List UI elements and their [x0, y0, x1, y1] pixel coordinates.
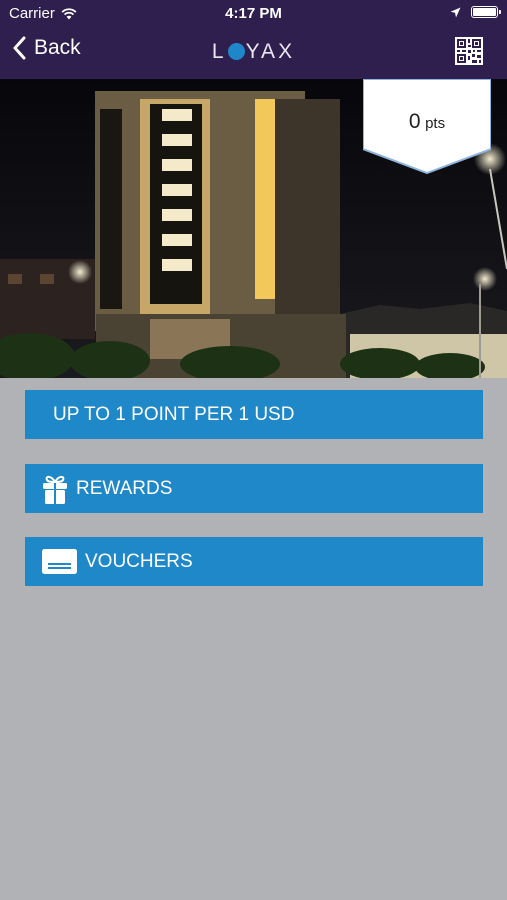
battery-icon: [471, 6, 501, 18]
qr-code-icon[interactable]: [455, 37, 483, 65]
status-right-group: [450, 6, 501, 18]
points-unit: pts: [425, 115, 446, 132]
top-bar: Carrier 4:17 PM Back L YAX: [0, 0, 507, 79]
rewards-label: REWARDS: [76, 477, 173, 499]
gift-icon: [42, 473, 68, 505]
vouchers-label: VOUCHERS: [85, 550, 193, 572]
status-time: 4:17 PM: [225, 5, 282, 22]
app-logo: L YAX: [0, 40, 507, 64]
earn-rate-label: UP TO 1 POINT PER 1 USD: [53, 403, 295, 425]
logo-dot: [227, 43, 245, 60]
nav-bar: Back L YAX: [0, 28, 507, 79]
points-balance: 0 pts: [363, 110, 491, 134]
logo-text-end: YAX: [245, 40, 296, 63]
vouchers-button[interactable]: VOUCHERS: [25, 537, 483, 586]
points-badge: 0 pts: [363, 79, 491, 174]
voucher-icon: [42, 549, 77, 574]
location-arrow-icon: [450, 7, 461, 17]
earn-rate-banner[interactable]: UP TO 1 POINT PER 1 USD: [25, 390, 483, 439]
rewards-button[interactable]: REWARDS: [25, 464, 483, 513]
battery-level: [473, 8, 496, 16]
points-value: 0: [408, 110, 421, 133]
status-bar: Carrier 4:17 PM: [0, 0, 507, 28]
logo-text-start: L: [211, 40, 227, 63]
